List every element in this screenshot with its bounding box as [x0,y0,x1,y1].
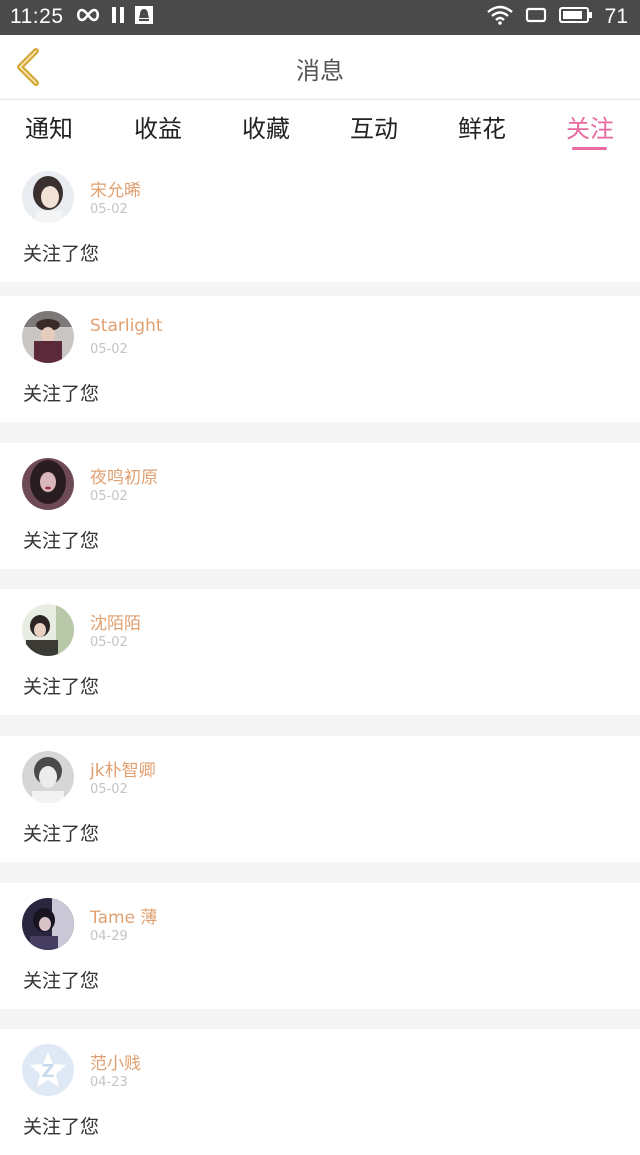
battery-icon [558,6,593,28]
list-item[interactable]: 沈陌陌 05-02 关注了您 [0,589,640,715]
message-text: 关注了您 [23,243,100,265]
tab-follows[interactable]: 关注 [566,109,614,144]
default-avatar-icon: Z [22,1044,74,1096]
list-item[interactable]: 宋允晞 05-02 关注了您 [0,156,640,282]
list-item[interactable]: Starlight 05-02 关注了您 [0,296,640,422]
tab-earnings[interactable]: 收益 [134,109,182,144]
message-text: 关注了您 [23,676,100,698]
pause-icon [111,6,125,28]
tab-bar: 通知 收益 收藏 互动 鲜花 关注 [0,100,640,156]
status-left-icons [75,6,153,28]
message-date: 05-02 [90,782,128,797]
list-item[interactable]: 夜鸣初原 05-02 关注了您 [0,443,640,569]
page-title: 消息 [296,57,344,85]
username[interactable]: jk朴智卿 [90,756,156,781]
message-date: 05-02 [90,202,128,217]
avatar[interactable] [22,604,74,656]
list-item[interactable]: jk朴智卿 05-02 关注了您 [0,736,640,862]
message-date: 05-02 [90,489,128,504]
notification-app-icon [135,6,153,28]
tab-interactions[interactable]: 互动 [350,109,398,144]
screen-rotation-icon [525,6,547,28]
message-date: 04-23 [90,1075,128,1090]
message-text: 关注了您 [23,1116,100,1138]
username[interactable]: Starlight [90,316,163,336]
avatar[interactable] [22,171,74,223]
message-text: 关注了您 [23,970,100,992]
header: 消息 [0,35,640,100]
username[interactable]: 宋允晞 [90,176,141,201]
message-text: 关注了您 [23,823,100,845]
tab-flowers[interactable]: 鲜花 [458,109,506,144]
battery-level: 71 [604,5,628,28]
tab-favorites[interactable]: 收藏 [242,109,290,144]
username[interactable]: 范小贱 [90,1049,141,1074]
status-bar: 11:25 71 [0,0,640,35]
username[interactable]: 夜鸣初原 [90,463,158,488]
message-date: 05-02 [90,342,128,357]
message-date: 04-29 [90,929,128,944]
infinity-icon [75,7,101,27]
username[interactable]: 沈陌陌 [90,609,141,634]
list-item[interactable]: Z 范小贱 04-23 关注了您 [0,1029,640,1155]
tab-notifications[interactable]: 通知 [25,109,73,144]
message-text: 关注了您 [23,383,100,405]
svg-text:Z: Z [41,1061,54,1082]
wifi-icon [486,5,513,29]
active-tab-indicator [572,147,607,150]
avatar[interactable] [22,898,74,950]
username[interactable]: Tame 薄 [90,903,157,928]
message-text: 关注了您 [23,530,100,552]
status-time: 11:25 [10,5,64,28]
message-date: 05-02 [90,635,128,650]
list-item[interactable]: Tame 薄 04-29 关注了您 [0,883,640,1009]
avatar[interactable] [22,751,74,803]
avatar[interactable] [22,311,74,363]
status-right-icons: 71 [486,5,628,29]
avatar[interactable] [22,458,74,510]
avatar[interactable]: Z [22,1044,74,1096]
